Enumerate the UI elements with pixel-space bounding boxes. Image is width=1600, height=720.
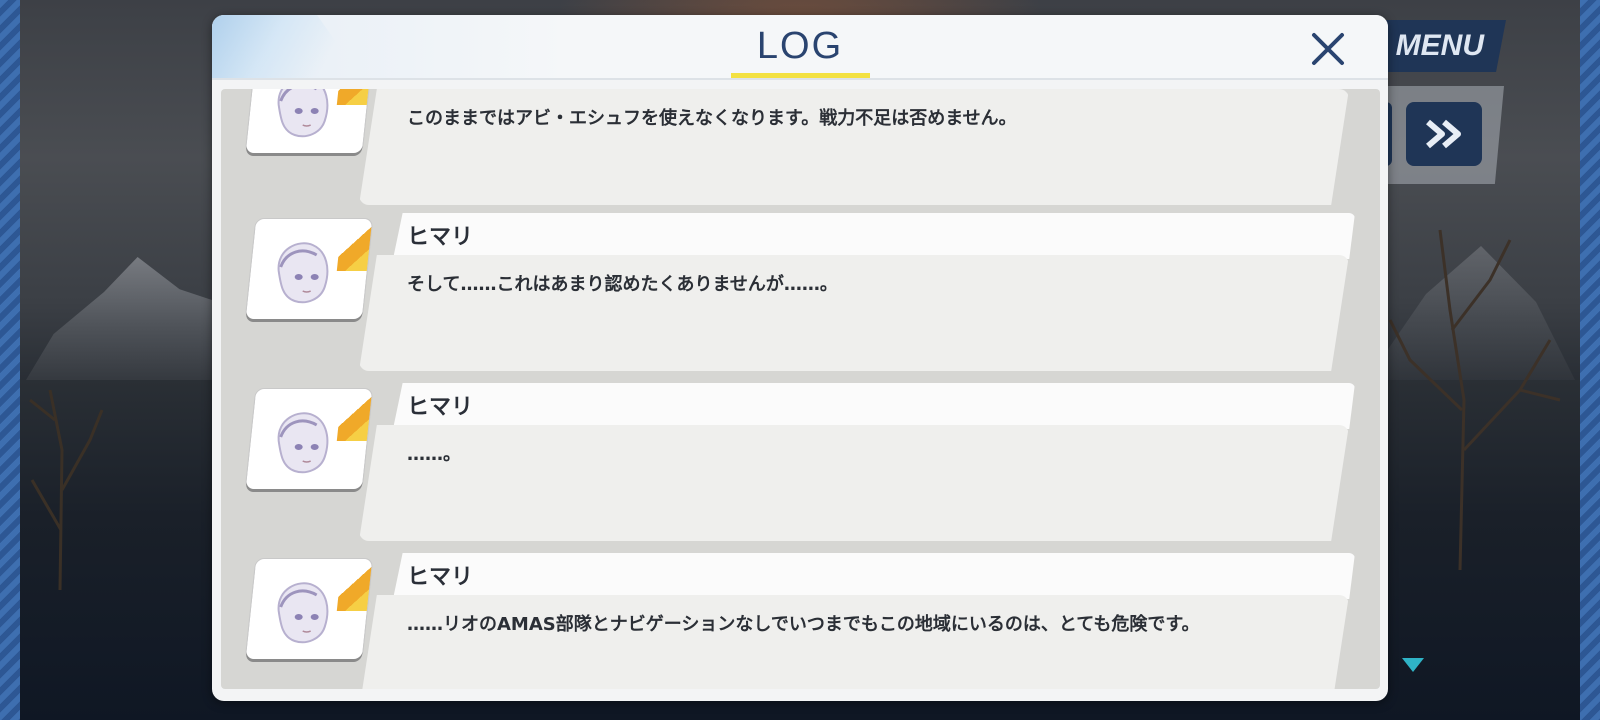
- speaker-name: ヒマリ: [407, 565, 474, 590]
- log-entry: ヒマリ そして……これはあまり認めたくありませんが……。: [221, 213, 1380, 383]
- character-portrait: [245, 559, 373, 659]
- character-portrait: [245, 389, 373, 489]
- rank-stripe: [336, 389, 373, 441]
- message-text: そして……これはあまり認めたくありませんが……。: [407, 274, 838, 295]
- dead-tree-left: [29, 389, 104, 590]
- log-entry: ヒマリ ……リオのAMAS部隊とナビゲーションなしでいつまでもこの地域にいるのは…: [221, 553, 1380, 689]
- message-text: このままではアビ・エシュフを使えなくなります。戦力不足は否めません。: [407, 108, 1017, 129]
- fast-forward-button[interactable]: [1406, 102, 1482, 166]
- frame-stripe-right: [1580, 0, 1600, 720]
- log-header: LOG: [212, 15, 1388, 79]
- dead-tree-right: [1388, 229, 1561, 570]
- character-portrait-icon: [277, 412, 329, 474]
- menu-label: MENU: [1395, 29, 1484, 62]
- rank-stripe: [336, 89, 373, 105]
- log-list[interactable]: このままではアビ・エシュフを使えなくなります。戦力不足は否めません。 ヒマリ そ…: [221, 89, 1380, 689]
- speaker-name: ヒマリ: [407, 225, 474, 250]
- speaker-name-bar: [393, 383, 1355, 429]
- close-button[interactable]: [1306, 27, 1350, 71]
- scroll-indicator-icon: [1402, 658, 1424, 672]
- character-portrait-icon: [277, 582, 329, 644]
- fast-forward-icon: [1426, 119, 1461, 149]
- log-panel: LOG このままではアビ・エシュフを使えなくなります。戦力不足は否めません。 ヒ…: [212, 15, 1388, 701]
- character-portrait-icon: [277, 242, 329, 304]
- rank-stripe: [336, 219, 373, 271]
- log-title: LOG: [756, 25, 844, 67]
- speaker-name-bar: [393, 553, 1355, 599]
- header-divider: [212, 78, 1388, 80]
- log-entry: このままではアビ・エシュフを使えなくなります。戦力不足は否めません。: [221, 89, 1380, 217]
- character-portrait: [245, 219, 373, 319]
- speaker-name: ヒマリ: [407, 395, 474, 420]
- frame-stripe-left: [0, 0, 20, 720]
- character-portrait: [245, 89, 373, 153]
- speaker-name-bar: [393, 213, 1355, 259]
- message-text: ……リオのAMAS部隊とナビゲーションなしでいつまでもこの地域にいるのは、とても…: [407, 614, 1200, 635]
- message-text: ……。: [407, 444, 461, 465]
- log-entry: ヒマリ ……。: [221, 383, 1380, 553]
- character-portrait-icon: [277, 89, 329, 138]
- close-icon: [1312, 33, 1344, 65]
- rank-stripe: [336, 559, 373, 611]
